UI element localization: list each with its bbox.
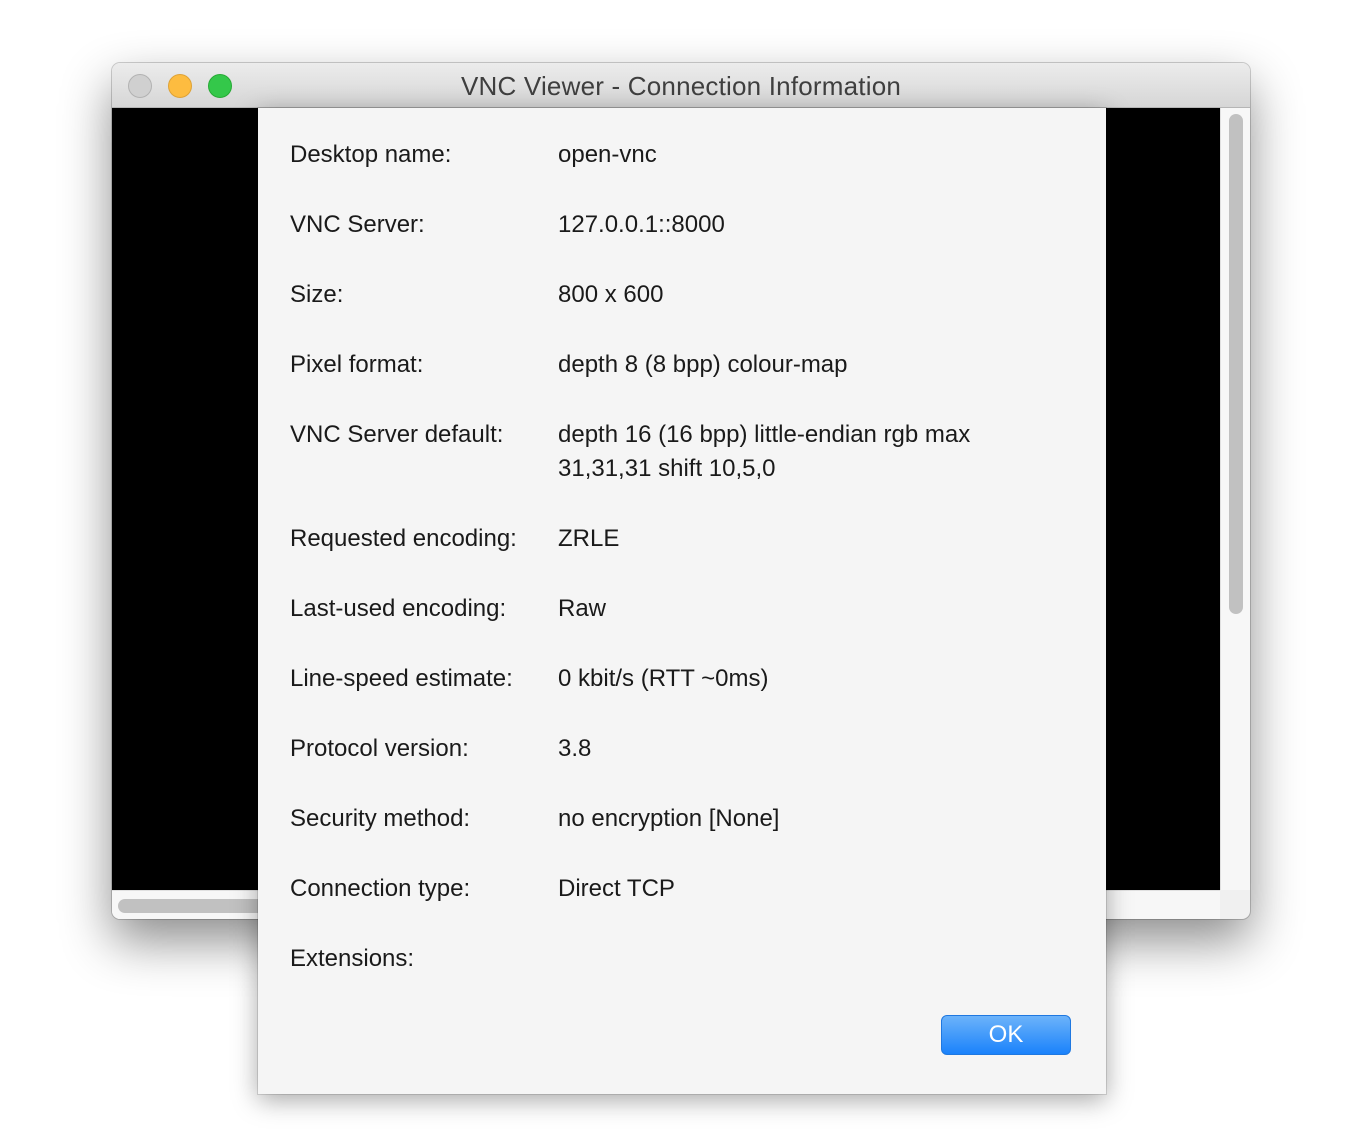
info-label: Pixel format: <box>290 351 424 378</box>
info-value: open-vnc <box>558 141 657 168</box>
info-value: Raw <box>558 595 607 622</box>
info-value: depth 16 (16 bpp) little-endian rgb max … <box>558 421 971 482</box>
info-label: Line-speed estimate: <box>290 665 513 692</box>
info-value: 800 x 600 <box>558 281 664 308</box>
window-title: VNC Viewer - Connection Information <box>460 71 902 101</box>
info-label: VNC Server default: <box>290 421 504 448</box>
info-label: Security method: <box>290 805 471 832</box>
title-bar[interactable]: VNC Viewer - Connection Information <box>112 63 1250 108</box>
info-label: Requested encoding: <box>290 525 517 552</box>
info-label: Extensions: <box>290 945 415 972</box>
info-value: no encryption [None] <box>558 805 780 832</box>
info-label: Connection type: <box>290 875 471 902</box>
connection-info-sheet: Desktop name: open-vnc VNC Server: 127.0… <box>258 108 1106 1094</box>
info-value: 3.8 <box>558 735 592 762</box>
info-label: Desktop name: <box>290 141 452 168</box>
info-label: Size: <box>290 281 344 308</box>
info-value: ZRLE <box>558 525 620 552</box>
info-label: Last-used encoding: <box>290 595 507 622</box>
info-label: VNC Server: <box>290 211 425 238</box>
info-value: Direct TCP <box>558 875 675 902</box>
vertical-scrollbar[interactable] <box>1220 108 1250 890</box>
ok-button[interactable]: OK <box>941 1015 1071 1055</box>
info-label: Protocol version: <box>290 735 469 762</box>
info-value: 127.0.0.1::8000 <box>558 211 725 238</box>
vertical-scrollbar-thumb[interactable] <box>1229 114 1243 614</box>
info-value: depth 8 (8 bpp) colour-map <box>558 351 848 378</box>
info-value: 0 kbit/s (RTT ~0ms) <box>558 665 769 692</box>
